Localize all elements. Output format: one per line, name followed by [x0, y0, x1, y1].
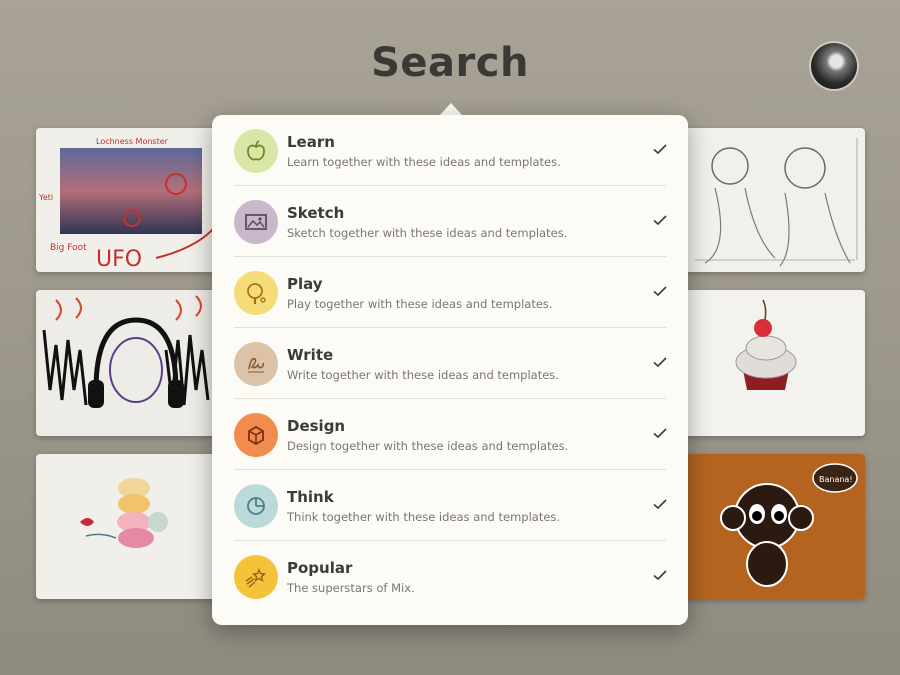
learn-icon-circle	[234, 129, 278, 173]
banana-label: Banana!	[819, 475, 853, 484]
menu-item-sketch[interactable]: Sketch Sketch together with these ideas …	[212, 186, 688, 257]
menu-item-description: Write together with these ideas and temp…	[287, 368, 559, 382]
pie-chart-icon	[247, 497, 265, 515]
checkmark-icon	[653, 357, 667, 368]
menu-item-label: Write	[287, 346, 334, 364]
ufo-label: UFO	[96, 247, 142, 272]
menu-item-description: Play together with these ideas and templ…	[287, 297, 553, 311]
menu-item-description: Learn together with these ideas and temp…	[287, 155, 561, 169]
menu-item-description: Think together with these ideas and temp…	[287, 510, 561, 524]
think-icon-circle	[234, 484, 278, 528]
thumb-cupcake[interactable]	[685, 290, 865, 436]
checkmark-icon	[653, 144, 667, 155]
category-menu: Learn Learn together with these ideas an…	[212, 115, 688, 625]
menu-item-description: Sketch together with these ideas and tem…	[287, 226, 568, 240]
menu-item-label: Sketch	[287, 204, 345, 222]
menu-item-popular[interactable]: Popular The superstars of Mix.	[212, 541, 688, 612]
checkmark-icon	[653, 570, 667, 581]
checkmark-icon	[653, 215, 667, 226]
apple-icon	[247, 140, 265, 161]
thumb-lochness[interactable]: Lochness Monster Yeti Big Foot UFO	[36, 128, 216, 272]
lochness-label: Lochness Monster	[96, 137, 169, 146]
thumb-monkey[interactable]: Banana!	[685, 454, 865, 599]
picture-icon	[245, 214, 267, 230]
menu-item-label: Think	[287, 488, 334, 506]
shooting-star-icon	[245, 568, 267, 588]
checkmark-icon	[653, 499, 667, 510]
menu-item-label: Popular	[287, 559, 353, 577]
bigfoot-label: Big Foot	[50, 243, 87, 253]
popular-icon-circle	[234, 555, 278, 599]
menu-item-learn[interactable]: Learn Learn together with these ideas an…	[212, 115, 688, 186]
handwriting-icon	[248, 357, 265, 373]
menu-item-label: Design	[287, 417, 346, 435]
menu-item-label: Play	[287, 275, 323, 293]
menu-item-write[interactable]: Write Write together with these ideas an…	[212, 328, 688, 399]
menu-item-play[interactable]: Play Play together with these ideas and …	[212, 257, 688, 328]
thumb-children-sketch[interactable]	[685, 128, 865, 272]
yeti-label: Yeti	[38, 193, 53, 202]
checkmark-icon	[653, 428, 667, 439]
cube-icon	[248, 425, 264, 446]
menu-item-description: Design together with these ideas and tem…	[287, 439, 569, 453]
menu-item-design[interactable]: Design Design together with these ideas …	[212, 399, 688, 470]
checkmark-icon	[653, 286, 667, 297]
design-icon-circle	[234, 413, 278, 457]
page-title: Search	[371, 40, 529, 86]
user-avatar[interactable]	[811, 43, 857, 89]
play-icon-circle	[234, 271, 278, 315]
sketch-icon-circle	[234, 200, 278, 244]
write-icon-circle	[234, 342, 278, 386]
menu-item-label: Learn	[287, 133, 335, 151]
thumb-macarons[interactable]	[36, 454, 216, 599]
menu-item-think[interactable]: Think Think together with these ideas an…	[212, 470, 688, 541]
menu-item-description: The superstars of Mix.	[287, 581, 415, 595]
paddle-icon	[247, 283, 266, 304]
thumb-headphones[interactable]	[36, 290, 216, 436]
